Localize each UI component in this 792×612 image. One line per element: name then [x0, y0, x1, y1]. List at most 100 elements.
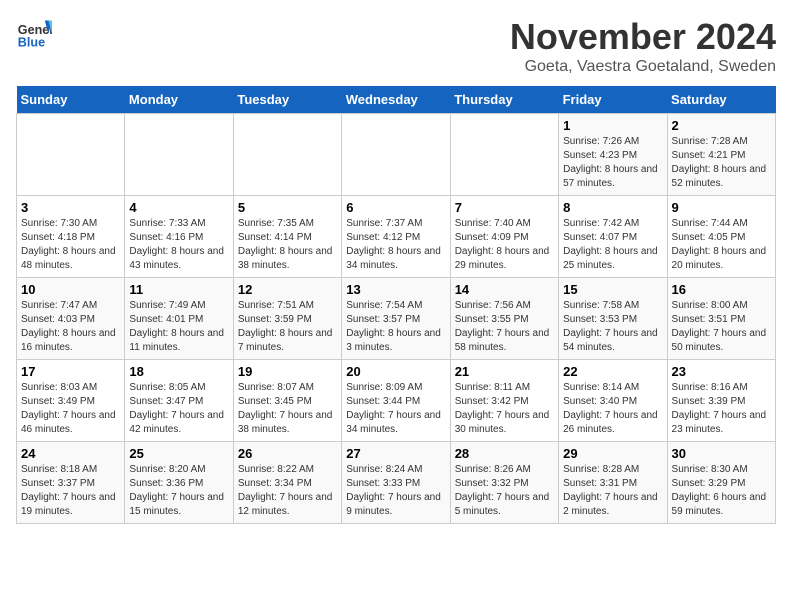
day-number: 13 [346, 282, 445, 297]
day-number: 1 [563, 118, 662, 133]
week-row-4: 17 Sunrise: 8:03 AMSunset: 3:49 PMDayligh… [17, 360, 776, 442]
month-title: November 2024 [510, 16, 776, 58]
day-info: Sunrise: 7:58 AMSunset: 3:53 PMDaylight:… [563, 299, 662, 355]
day-info: Sunrise: 8:24 AMSunset: 3:33 PMDaylight:… [346, 463, 445, 519]
day-info: Sunrise: 8:22 AMSunset: 3:34 PMDaylight:… [238, 463, 337, 519]
day-cell: 5Sunrise: 7:35 AMSunset: 4:14 PMDaylight… [233, 196, 341, 278]
day-number: 2 [672, 118, 771, 133]
weekday-header-thursday: Thursday [450, 86, 558, 114]
calendar-header: SundayMondayTuesdayWednesdayThursdayFrid… [17, 86, 776, 114]
day-info: Sunrise: 8:00 AMSunset: 3:51 PMDaylight:… [672, 299, 771, 355]
day-info: Sunrise: 8:28 AMSunset: 3:31 PMDaylight:… [563, 463, 662, 519]
header: General Blue November 2024 Goeta, Vaestr… [16, 16, 776, 76]
day-number: 25 [129, 446, 228, 461]
day-cell: 22 Sunrise: 8:14 AMSunset: 3:40 PMDayligh… [559, 360, 667, 442]
day-number: 10 [21, 282, 120, 297]
day-cell [342, 114, 450, 196]
day-info: Sunrise: 7:35 AMSunset: 4:14 PMDaylight:… [238, 217, 337, 273]
title-area: November 2024 Goeta, Vaestra Goetaland, … [510, 16, 776, 76]
week-row-3: 10Sunrise: 7:47 AMSunset: 4:03 PMDayligh… [17, 278, 776, 360]
day-info: Sunrise: 8:03 AMSunset: 3:49 PMDaylight:… [21, 381, 120, 437]
day-cell: 8 Sunrise: 7:42 AMSunset: 4:07 PMDaylight… [559, 196, 667, 278]
day-cell: 24 Sunrise: 8:18 AMSunset: 3:37 PMDayligh… [17, 442, 125, 524]
day-number: 15 [563, 282, 662, 297]
day-number: 18 [129, 364, 228, 379]
logo: General Blue [16, 16, 52, 52]
day-cell: 6 Sunrise: 7:37 AMSunset: 4:12 PMDaylight… [342, 196, 450, 278]
day-cell: 19 Sunrise: 8:07 AMSunset: 3:45 PMDayligh… [233, 360, 341, 442]
day-number: 16 [672, 282, 771, 297]
day-info: Sunrise: 7:37 AMSunset: 4:12 PMDaylight:… [346, 217, 445, 273]
day-number: 27 [346, 446, 445, 461]
day-number: 22 [563, 364, 662, 379]
day-cell: 27 Sunrise: 8:24 AMSunset: 3:33 PMDayligh… [342, 442, 450, 524]
day-number: 12 [238, 282, 337, 297]
day-cell: 18 Sunrise: 8:05 AMSunset: 3:47 PMDayligh… [125, 360, 233, 442]
day-number: 30 [672, 446, 771, 461]
day-cell: 12 Sunrise: 7:51 AMSunset: 3:59 PMDayligh… [233, 278, 341, 360]
day-number: 28 [455, 446, 554, 461]
day-number: 26 [238, 446, 337, 461]
day-cell: 3Sunrise: 7:30 AMSunset: 4:18 PMDaylight… [17, 196, 125, 278]
weekday-header-monday: Monday [125, 86, 233, 114]
day-cell: 13 Sunrise: 7:54 AMSunset: 3:57 PMDayligh… [342, 278, 450, 360]
day-info: Sunrise: 8:09 AMSunset: 3:44 PMDaylight:… [346, 381, 445, 437]
day-cell: 20 Sunrise: 8:09 AMSunset: 3:44 PMDayligh… [342, 360, 450, 442]
day-number: 20 [346, 364, 445, 379]
day-cell: 28 Sunrise: 8:26 AMSunset: 3:32 PMDayligh… [450, 442, 558, 524]
day-info: Sunrise: 8:07 AMSunset: 3:45 PMDaylight:… [238, 381, 337, 437]
day-number: 17 [21, 364, 120, 379]
day-number: 24 [21, 446, 120, 461]
day-info: Sunrise: 7:56 AMSunset: 3:55 PMDaylight:… [455, 299, 554, 355]
day-number: 23 [672, 364, 771, 379]
day-cell: 30Sunrise: 8:30 AMSunset: 3:29 PMDayligh… [667, 442, 775, 524]
day-info: Sunrise: 7:54 AMSunset: 3:57 PMDaylight:… [346, 299, 445, 355]
day-info: Sunrise: 8:18 AMSunset: 3:37 PMDaylight:… [21, 463, 120, 519]
svg-text:Blue: Blue [18, 36, 45, 50]
day-number: 21 [455, 364, 554, 379]
day-info: Sunrise: 8:16 AMSunset: 3:39 PMDaylight:… [672, 381, 771, 437]
day-cell [450, 114, 558, 196]
day-info: Sunrise: 7:42 AMSunset: 4:07 PMDaylight:… [563, 217, 662, 273]
day-number: 9 [672, 200, 771, 215]
day-info: Sunrise: 7:44 AMSunset: 4:05 PMDaylight:… [672, 217, 771, 273]
day-number: 6 [346, 200, 445, 215]
day-cell: 10Sunrise: 7:47 AMSunset: 4:03 PMDayligh… [17, 278, 125, 360]
week-row-2: 3Sunrise: 7:30 AMSunset: 4:18 PMDaylight… [17, 196, 776, 278]
day-number: 19 [238, 364, 337, 379]
day-number: 7 [455, 200, 554, 215]
day-cell: 15 Sunrise: 7:58 AMSunset: 3:53 PMDayligh… [559, 278, 667, 360]
day-cell: 2Sunrise: 7:28 AMSunset: 4:21 PMDaylight… [667, 114, 775, 196]
location-title: Goeta, Vaestra Goetaland, Sweden [510, 58, 776, 76]
day-cell: 17 Sunrise: 8:03 AMSunset: 3:49 PMDayligh… [17, 360, 125, 442]
day-number: 14 [455, 282, 554, 297]
day-number: 11 [129, 282, 228, 297]
week-row-5: 24 Sunrise: 8:18 AMSunset: 3:37 PMDayligh… [17, 442, 776, 524]
day-cell: 25Sunrise: 8:20 AMSunset: 3:36 PMDayligh… [125, 442, 233, 524]
day-info: Sunrise: 7:51 AMSunset: 3:59 PMDaylight:… [238, 299, 337, 355]
day-cell: 4Sunrise: 7:33 AMSunset: 4:16 PMDaylight… [125, 196, 233, 278]
day-info: Sunrise: 8:05 AMSunset: 3:47 PMDaylight:… [129, 381, 228, 437]
day-number: 8 [563, 200, 662, 215]
day-number: 29 [563, 446, 662, 461]
day-info: Sunrise: 7:49 AMSunset: 4:01 PMDaylight:… [129, 299, 228, 355]
day-cell: 1 Sunrise: 7:26 AMSunset: 4:23 PMDaylight… [559, 114, 667, 196]
day-cell: 21Sunrise: 8:11 AMSunset: 3:42 PMDayligh… [450, 360, 558, 442]
weekday-row: SundayMondayTuesdayWednesdayThursdayFrid… [17, 86, 776, 114]
weekday-header-sunday: Sunday [17, 86, 125, 114]
day-cell: 23 Sunrise: 8:16 AMSunset: 3:39 PMDayligh… [667, 360, 775, 442]
day-info: Sunrise: 8:26 AMSunset: 3:32 PMDaylight:… [455, 463, 554, 519]
logo-icon: General Blue [16, 16, 52, 52]
day-cell: 26 Sunrise: 8:22 AMSunset: 3:34 PMDayligh… [233, 442, 341, 524]
day-info: Sunrise: 8:14 AMSunset: 3:40 PMDaylight:… [563, 381, 662, 437]
day-cell: 16 Sunrise: 8:00 AMSunset: 3:51 PMDayligh… [667, 278, 775, 360]
day-info: Sunrise: 7:40 AMSunset: 4:09 PMDaylight:… [455, 217, 554, 273]
weekday-header-wednesday: Wednesday [342, 86, 450, 114]
day-cell: 29 Sunrise: 8:28 AMSunset: 3:31 PMDayligh… [559, 442, 667, 524]
day-info: Sunrise: 7:26 AMSunset: 4:23 PMDaylight:… [563, 135, 662, 191]
weekday-header-friday: Friday [559, 86, 667, 114]
calendar-body: 1 Sunrise: 7:26 AMSunset: 4:23 PMDaylight… [17, 114, 776, 524]
calendar: SundayMondayTuesdayWednesdayThursdayFrid… [16, 86, 776, 524]
day-cell: 9 Sunrise: 7:44 AMSunset: 4:05 PMDaylight… [667, 196, 775, 278]
day-cell [17, 114, 125, 196]
